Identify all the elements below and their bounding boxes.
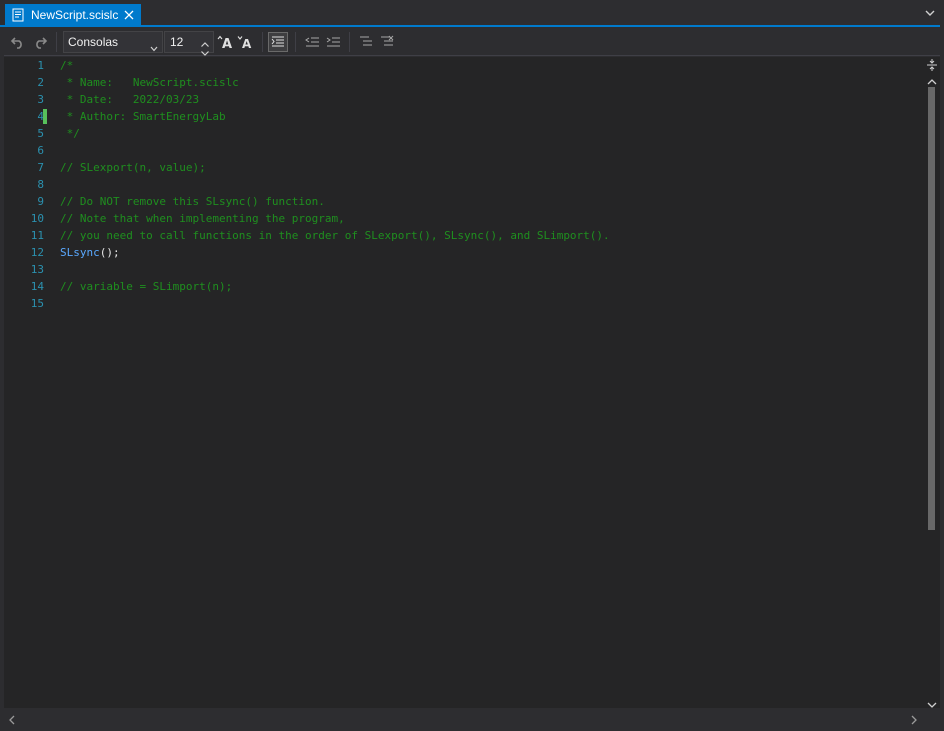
code-line: * Author: SmartEnergyLab: [60, 110, 226, 123]
code-punctuation: ();: [99, 246, 120, 259]
decrement-icon[interactable]: [200, 44, 210, 56]
chevron-down-icon: [150, 39, 158, 52]
editor-toolbar: Consolas 12 A A: [4, 28, 940, 56]
toolbar-separator: [349, 32, 350, 52]
document-tab-strip: NewScript.scislc: [0, 0, 944, 27]
uncomment-lines-icon[interactable]: [377, 32, 397, 52]
close-icon[interactable]: [122, 8, 136, 22]
scroll-right-icon[interactable]: [910, 712, 918, 725]
toolbar-separator: [262, 32, 263, 52]
font-size-value: 12: [170, 35, 184, 49]
code-line: // SLexport(n, value);: [60, 161, 206, 174]
line-number: 7: [37, 161, 44, 174]
line-number: 11: [30, 229, 44, 242]
tab-title: NewScript.scislc: [31, 8, 119, 22]
line-number: 12: [30, 246, 44, 259]
code-line: /*: [60, 59, 74, 72]
redo-icon[interactable]: [30, 32, 50, 52]
code-editor[interactable]: 1 2 3 4 5 6 7 8 9 10 11 12 13 14 15 /* *…: [4, 57, 940, 708]
split-handle-icon[interactable]: [926, 58, 938, 71]
toolbar-separator: [295, 32, 296, 52]
horizontal-scrollbar[interactable]: [4, 708, 924, 725]
line-number: 15: [30, 297, 44, 310]
scrollbar-corner: [924, 708, 940, 725]
script-file-icon: [10, 7, 26, 23]
code-line: // variable = SLimport(n);: [60, 280, 233, 293]
decrease-font-icon[interactable]: A: [236, 32, 256, 52]
line-number-gutter: 1 2 3 4 5 6 7 8 9 10 11 12 13 14 15: [4, 57, 52, 708]
increment-icon[interactable]: [200, 35, 210, 47]
line-number: 9: [37, 195, 44, 208]
comment-lines-icon[interactable]: [356, 32, 376, 52]
vertical-scroll-thumb[interactable]: [928, 87, 935, 530]
line-number: 6: [37, 144, 44, 157]
scroll-left-icon[interactable]: [8, 712, 16, 725]
line-number: 1: [37, 59, 44, 72]
code-text-area[interactable]: /* * Name: NewScript.scislc * Date: 2022…: [60, 57, 920, 708]
line-number: 10: [30, 212, 44, 225]
scroll-down-icon[interactable]: [927, 696, 937, 708]
indent-icon[interactable]: [323, 32, 343, 52]
line-numbers-toggle-icon[interactable]: [268, 32, 288, 52]
tab-strip-accent: [0, 25, 940, 27]
scroll-up-icon[interactable]: [927, 73, 937, 85]
vertical-scrollbar[interactable]: [923, 57, 940, 708]
function-call: SLsync: [60, 246, 100, 259]
line-number: 13: [30, 263, 44, 276]
code-line: // Note that when implementing the progr…: [60, 212, 345, 225]
line-number: 14: [30, 280, 44, 293]
font-family-value: Consolas: [68, 35, 119, 49]
code-line: // you need to call functions in the ord…: [60, 229, 610, 242]
font-size-stepper[interactable]: 12: [164, 31, 214, 56]
code-line: */: [60, 127, 80, 140]
svg-text:A: A: [222, 37, 232, 50]
code-line: * Name: NewScript.scislc: [60, 76, 239, 89]
font-family-select[interactable]: Consolas: [63, 31, 163, 53]
tab-newscript[interactable]: NewScript.scislc: [5, 4, 141, 26]
code-line: * Date: 2022/03/23: [60, 93, 200, 106]
line-number: 2: [37, 76, 44, 89]
undo-icon[interactable]: [8, 32, 28, 52]
svg-text:A: A: [242, 37, 252, 50]
chevron-down-icon[interactable]: [923, 6, 937, 20]
line-number: 8: [37, 178, 44, 191]
outdent-icon[interactable]: [302, 32, 322, 52]
line-number: 3: [37, 93, 44, 106]
line-number: 4: [37, 110, 44, 123]
toolbar-separator: [56, 32, 57, 52]
code-line: // Do NOT remove this SLsync() function.: [60, 195, 325, 208]
change-marker: [43, 109, 47, 124]
script-editor-window: NewScript.scislc Consolas 12 A A 1 2 3 4…: [0, 0, 944, 731]
code-line: SLsync();: [60, 244, 120, 261]
increase-font-icon[interactable]: A: [216, 32, 236, 52]
line-number: 5: [37, 127, 44, 140]
